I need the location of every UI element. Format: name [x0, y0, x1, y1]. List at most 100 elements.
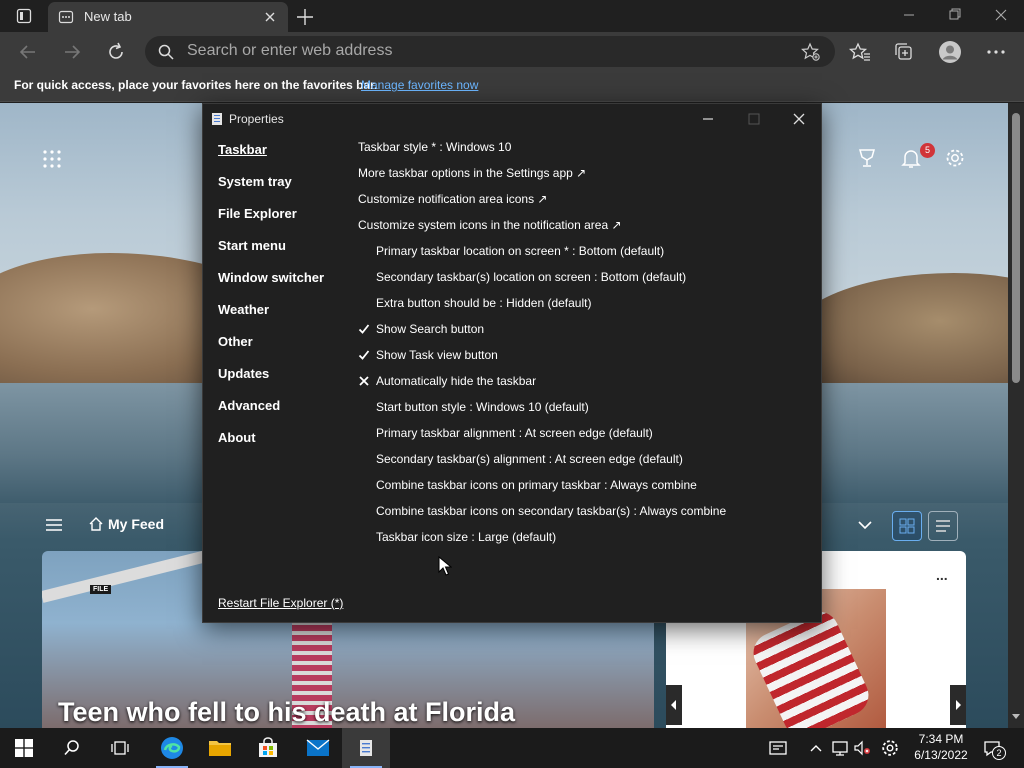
- edge-browser-icon: [161, 737, 183, 759]
- dialog-minimize-icon[interactable]: [697, 110, 719, 128]
- clock-time[interactable]: 7:34 PM: [912, 732, 970, 746]
- option-secondary-location[interactable]: Secondary taskbar(s) location on screen …: [376, 270, 686, 284]
- taskbar-search-button[interactable]: [48, 728, 96, 768]
- taskbar-store[interactable]: [244, 728, 292, 768]
- nav-system-tray[interactable]: System tray: [218, 174, 292, 189]
- taskbar-properties-app[interactable]: [342, 728, 390, 768]
- option-start-button-style[interactable]: Start button style : Windows 10 (default…: [376, 400, 589, 414]
- app-launcher-icon[interactable]: [42, 149, 62, 169]
- tab-title: New tab: [84, 9, 132, 24]
- nav-about[interactable]: About: [218, 430, 256, 445]
- notification-count-badge: 5: [920, 143, 935, 158]
- cross-icon: [359, 376, 369, 386]
- grid-view-icon: [899, 518, 915, 534]
- profile-avatar-icon[interactable]: [938, 40, 962, 64]
- option-primary-alignment[interactable]: Primary taskbar alignment : At screen ed…: [376, 426, 653, 440]
- properties-app-icon: [212, 113, 222, 125]
- taskbar-edge[interactable]: [148, 728, 196, 768]
- option-extra-button[interactable]: Extra button should be : Hidden (default…: [376, 296, 591, 310]
- collections-icon[interactable]: [892, 40, 916, 64]
- nav-advanced[interactable]: Advanced: [218, 398, 280, 413]
- nav-start-menu[interactable]: Start menu: [218, 238, 286, 253]
- rewards-trophy-icon[interactable]: [856, 147, 878, 169]
- dialog-title: Properties: [229, 112, 284, 126]
- page-scrollbar[interactable]: [1008, 103, 1024, 728]
- scrollbar-thumb[interactable]: [1012, 113, 1020, 383]
- browser-toolbar: [0, 32, 1024, 72]
- clock-date[interactable]: 6/13/2022: [908, 748, 974, 762]
- favorites-bar-hint: For quick access, place your favorites h…: [14, 78, 378, 92]
- file-badge: FILE: [90, 585, 112, 594]
- carousel-next-icon[interactable]: [950, 685, 966, 725]
- home-icon: [89, 517, 103, 531]
- browser-tab-bar: New tab: [0, 0, 1024, 32]
- task-view-button[interactable]: [96, 728, 144, 768]
- nav-weather[interactable]: Weather: [218, 302, 269, 317]
- settings-more-icon[interactable]: [984, 40, 1008, 64]
- option-secondary-alignment[interactable]: Secondary taskbar(s) alignment : At scre…: [376, 452, 683, 466]
- news-widget-icon[interactable]: [768, 738, 788, 758]
- refresh-icon[interactable]: [104, 40, 128, 64]
- network-icon[interactable]: [830, 738, 850, 758]
- action-center-count: 2: [992, 746, 1006, 760]
- window-minimize-icon[interactable]: [898, 6, 920, 24]
- back-arrow-icon[interactable]: [16, 40, 40, 64]
- option-icon-size[interactable]: Taskbar icon size : Large (default): [376, 530, 556, 544]
- nav-other[interactable]: Other: [218, 334, 253, 349]
- card-more-options[interactable]: ...: [936, 567, 948, 583]
- tab-close-icon[interactable]: [262, 9, 278, 25]
- dialog-maximize-icon: [748, 113, 760, 125]
- nav-taskbar[interactable]: Taskbar: [218, 142, 267, 157]
- store-bag-icon: [259, 737, 277, 757]
- hamburger-menu-icon[interactable]: [44, 517, 64, 533]
- windows-taskbar: 7:34 PM 6/13/2022 2: [0, 728, 1024, 768]
- nav-file-explorer[interactable]: File Explorer: [218, 206, 297, 221]
- window-restore-icon[interactable]: [944, 6, 966, 24]
- option-show-search-button[interactable]: Show Search button: [376, 322, 484, 336]
- task-view-icon: [111, 741, 129, 755]
- notifications-bell-icon[interactable]: [900, 147, 922, 169]
- option-taskbar-style[interactable]: Taskbar style * : Windows 10: [358, 140, 511, 154]
- address-input[interactable]: [187, 42, 767, 60]
- new-tab-plus-icon[interactable]: [294, 6, 316, 28]
- add-favorite-icon[interactable]: [801, 42, 821, 62]
- option-combine-secondary[interactable]: Combine taskbar icons on secondary taskb…: [376, 504, 726, 518]
- taskbar-file-explorer[interactable]: [196, 728, 244, 768]
- nav-window-switcher[interactable]: Window switcher: [218, 270, 324, 285]
- scroll-down-arrow-icon[interactable]: [1011, 711, 1021, 721]
- address-bar[interactable]: [145, 36, 835, 67]
- window-close-icon[interactable]: [990, 6, 1012, 24]
- properties-app-icon: [360, 740, 372, 756]
- grid-view-button[interactable]: [892, 511, 922, 541]
- checkmark-icon: [358, 324, 370, 334]
- option-show-task-view-button[interactable]: Show Task view button: [376, 348, 498, 362]
- manage-favorites-link[interactable]: Manage favorites now: [361, 78, 478, 92]
- start-button[interactable]: [0, 728, 48, 768]
- option-settings-app-link[interactable]: More taskbar options in the Settings app…: [358, 166, 586, 180]
- my-feed-tab[interactable]: My Feed: [108, 516, 164, 532]
- nav-updates[interactable]: Updates: [218, 366, 269, 381]
- taskbar-mail[interactable]: [294, 728, 342, 768]
- search-icon: [64, 740, 79, 756]
- checkmark-icon: [358, 350, 370, 360]
- page-settings-gear-icon[interactable]: [944, 147, 966, 169]
- background-hill: [790, 273, 1008, 393]
- option-combine-primary[interactable]: Combine taskbar icons on primary taskbar…: [376, 478, 697, 492]
- option-primary-location[interactable]: Primary taskbar location on screen * : B…: [376, 244, 664, 258]
- news-headline[interactable]: Teen who fell to his death at Florida: [58, 697, 515, 728]
- tab-new-tab[interactable]: New tab: [48, 2, 288, 32]
- volume-muted-icon[interactable]: [852, 738, 872, 758]
- favorites-icon[interactable]: [848, 40, 872, 64]
- dialog-close-icon[interactable]: [788, 110, 810, 128]
- option-auto-hide-taskbar[interactable]: Automatically hide the taskbar: [376, 374, 536, 388]
- settings-gear-icon[interactable]: [880, 738, 900, 758]
- carousel-prev-icon[interactable]: [666, 685, 682, 725]
- tab-actions-icon[interactable]: [10, 6, 38, 26]
- chevron-up-icon[interactable]: [806, 738, 826, 758]
- restart-file-explorer-link[interactable]: Restart File Explorer (*): [218, 596, 343, 610]
- forward-arrow-icon[interactable]: [60, 40, 84, 64]
- list-view-button[interactable]: [928, 511, 958, 541]
- option-notification-icons-link[interactable]: Customize notification area icons ↗: [358, 192, 547, 206]
- option-system-icons-link[interactable]: Customize system icons in the notificati…: [358, 218, 622, 232]
- chevron-down-icon[interactable]: [856, 518, 874, 532]
